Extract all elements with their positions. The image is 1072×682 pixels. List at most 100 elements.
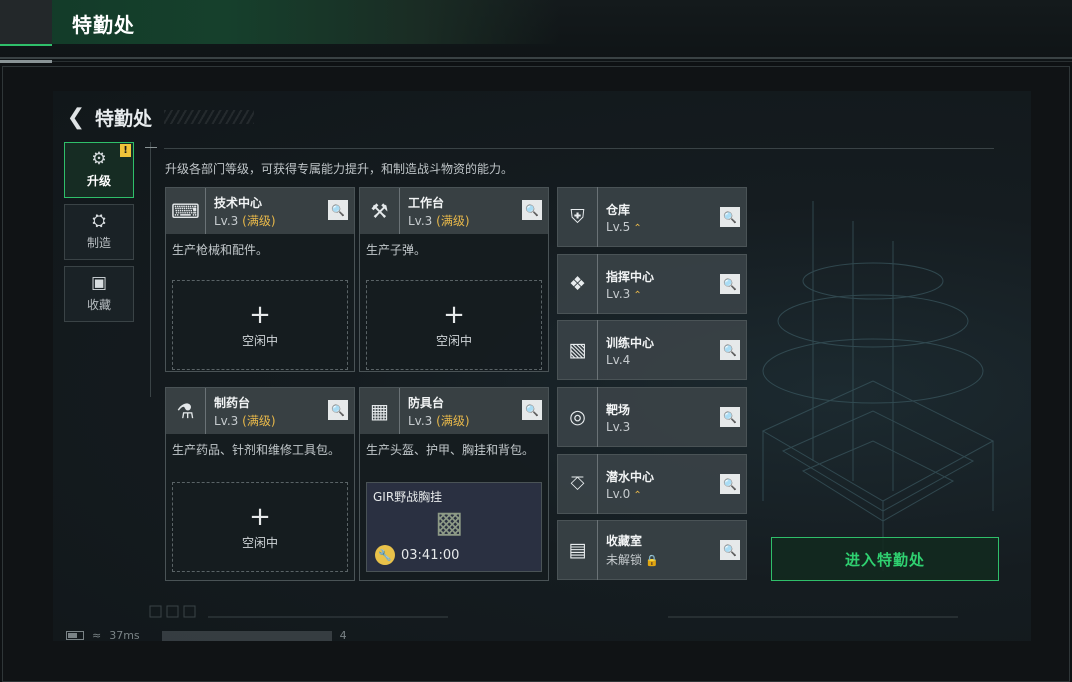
plus-icon: + bbox=[443, 299, 465, 330]
facility-diving-center[interactable]: ⎏ 潜水中心 Lv.0 ⌃ 🔍 bbox=[557, 454, 747, 514]
cubes-icon: ▦ bbox=[360, 388, 400, 434]
search-icon[interactable]: 🔍 bbox=[720, 407, 740, 427]
facility-name: 仓库 bbox=[606, 202, 631, 217]
warehouse-icon: ⛨ bbox=[558, 187, 598, 247]
facility-level: Lv.5 ⌃ bbox=[606, 219, 642, 234]
facility-warehouse[interactable]: ⛨ 仓库 Lv.5 ⌃ 🔍 bbox=[557, 187, 747, 247]
card-description: 生产枪械和配件。 bbox=[172, 243, 269, 257]
card-name: 制药台 bbox=[214, 395, 251, 410]
top-bar: 特勤处 bbox=[0, 0, 1072, 63]
card-level: Lv.3 (满级) bbox=[408, 213, 470, 228]
card-description: 生产头盔、护甲、胸挂和背包。 bbox=[366, 443, 535, 457]
idle-slot[interactable]: + 空闲中 bbox=[172, 482, 348, 572]
plus-icon: + bbox=[249, 501, 271, 532]
top-divider-marker bbox=[0, 60, 52, 63]
diving-mask-icon: ⎏ bbox=[558, 454, 598, 514]
content-divider bbox=[164, 148, 994, 149]
facility-collection-room[interactable]: ▤ 收藏室 未解锁 🔒 🔍 bbox=[557, 520, 747, 580]
title-tab-underline bbox=[0, 44, 52, 46]
microscope-icon: ⚗ bbox=[166, 388, 206, 434]
search-icon[interactable]: 🔍 bbox=[720, 540, 740, 560]
workshop-card-tech-center[interactable]: ⌨ 技术中心 Lv.3 (满级) 🔍 生产枪械和配件。 + 空闲中 bbox=[165, 187, 355, 372]
chest-rig-icon: ▩ bbox=[435, 505, 464, 540]
vault-icon: ▤ bbox=[558, 520, 598, 580]
facility-level: Lv.3 bbox=[606, 419, 631, 434]
facility-training-center[interactable]: ▧ 训练中心 Lv.4 🔍 bbox=[557, 320, 747, 380]
enter-special-ops-button[interactable]: 进入特勤处 bbox=[771, 537, 999, 581]
collection-icon: ▣ bbox=[90, 273, 108, 293]
card-description: 生产药品、针剂和维修工具包。 bbox=[172, 443, 341, 457]
upgrade-arrow-icon: ⌃ bbox=[633, 289, 642, 301]
search-icon[interactable]: 🔍 bbox=[522, 400, 542, 420]
card-header: ⌨ 技术中心 Lv.3 (满级) 🔍 bbox=[166, 188, 354, 234]
facility-name: 训练中心 bbox=[606, 335, 655, 350]
card-name: 技术中心 bbox=[214, 195, 263, 210]
workshop-card-pharmacy[interactable]: ⚗ 制药台 Lv.3 (满级) 🔍 生产药品、针剂和维修工具包。 + 空闲中 bbox=[165, 387, 355, 581]
tools-icon: ⚒ bbox=[360, 188, 400, 234]
gears-icon: ⛭ bbox=[92, 211, 106, 231]
card-description: 生产子弹。 bbox=[366, 243, 427, 257]
nav-item-craft[interactable]: ⛭ 制造 bbox=[64, 204, 134, 260]
facility-level: Lv.0 ⌃ bbox=[606, 486, 642, 501]
upgrade-hint: 升级各部门等级，可获得专属能力提升，和制造战斗物资的能力。 bbox=[165, 162, 514, 176]
workshop-card-armor-bench[interactable]: ▦ 防具台 Lv.3 (满级) 🔍 生产头盔、护甲、胸挂和背包。 GIR野战胸挂… bbox=[359, 387, 549, 581]
search-icon[interactable]: 🔍 bbox=[720, 274, 740, 294]
game-screen: ❮ 特勤处 ! ⚙ 升级 ⛭ 制造 ▣ 收藏 升级各部门等级，可获得专属能力提升… bbox=[53, 91, 1031, 641]
alert-badge: ! bbox=[120, 144, 131, 157]
lock-icon: 🔒 bbox=[645, 554, 659, 567]
target-icon: ◎ bbox=[558, 387, 598, 447]
card-name: 防具台 bbox=[408, 395, 445, 410]
redacted-id bbox=[161, 630, 332, 641]
facility-name: 潜水中心 bbox=[606, 469, 655, 484]
card-header: ▦ 防具台 Lv.3 (满级) 🔍 bbox=[360, 388, 548, 434]
wrench-icon: 🔧 bbox=[375, 545, 395, 565]
facility-shooting-range[interactable]: ◎ 靶场 Lv.3 🔍 bbox=[557, 387, 747, 447]
card-level: Lv.3 (满级) bbox=[408, 413, 470, 428]
card-header: ⚗ 制药台 Lv.3 (满级) 🔍 bbox=[166, 388, 354, 434]
crafting-slot[interactable]: GIR野战胸挂 ▩ 🔧 03:41:00 bbox=[366, 482, 542, 572]
nav-item-upgrade[interactable]: ! ⚙ 升级 bbox=[64, 142, 134, 198]
nav-item-label: 收藏 bbox=[86, 298, 111, 312]
facility-name: 靶场 bbox=[606, 402, 631, 417]
ping-readout: 37ms bbox=[109, 629, 140, 642]
plus-icon: + bbox=[249, 299, 271, 330]
search-icon[interactable]: 🔍 bbox=[720, 474, 740, 494]
search-icon[interactable]: 🔍 bbox=[720, 340, 740, 360]
bottom-decoration bbox=[149, 605, 958, 618]
nav-divider bbox=[150, 142, 151, 397]
facility-level: Lv.4 bbox=[606, 352, 631, 367]
slot-status: 空闲中 bbox=[241, 333, 278, 348]
content-divider-tick bbox=[145, 147, 157, 148]
status-bar: ≈ 37ms 4 bbox=[66, 629, 347, 642]
timer-text: 03:41:00 bbox=[401, 547, 460, 563]
slot-status: 空闲中 bbox=[435, 333, 472, 348]
facility-name: 收藏室 bbox=[606, 534, 643, 548]
craft-timer: 🔧 03:41:00 bbox=[375, 545, 459, 565]
nav-item-label: 制造 bbox=[86, 236, 111, 250]
screen-header: ❮ 特勤处 bbox=[65, 103, 255, 131]
upgrade-arrow-icon: ⌃ bbox=[633, 489, 642, 501]
search-icon[interactable]: 🔍 bbox=[522, 200, 542, 220]
top-divider bbox=[0, 57, 1072, 59]
card-level: Lv.3 (满级) bbox=[214, 213, 276, 228]
search-icon[interactable]: 🔍 bbox=[328, 200, 348, 220]
back-arrow-icon[interactable]: ❮ bbox=[65, 105, 87, 130]
idle-slot[interactable]: + 空闲中 bbox=[366, 280, 542, 370]
battery-icon bbox=[66, 631, 84, 640]
facility-level: 未解锁 🔒 bbox=[606, 553, 659, 567]
card-header: ⚒ 工作台 Lv.3 (满级) 🔍 bbox=[360, 188, 548, 234]
facility-command-center[interactable]: ❖ 指挥中心 Lv.3 ⌃ 🔍 bbox=[557, 254, 747, 314]
nav-item-collection[interactable]: ▣ 收藏 bbox=[64, 266, 134, 322]
facility-level: Lv.3 ⌃ bbox=[606, 286, 642, 301]
search-icon[interactable]: 🔍 bbox=[328, 400, 348, 420]
card-name: 工作台 bbox=[408, 195, 445, 210]
side-nav: ! ⚙ 升级 ⛭ 制造 ▣ 收藏 bbox=[64, 142, 134, 328]
search-icon[interactable]: 🔍 bbox=[720, 207, 740, 227]
idle-slot[interactable]: + 空闲中 bbox=[172, 280, 348, 370]
dumbbell-icon: ▧ bbox=[558, 320, 598, 380]
facility-name: 指挥中心 bbox=[606, 269, 655, 284]
page-title: 特勤处 bbox=[95, 107, 153, 130]
title-tab-accent bbox=[0, 0, 52, 44]
window-title: 特勤处 bbox=[72, 13, 135, 37]
workshop-card-workbench[interactable]: ⚒ 工作台 Lv.3 (满级) 🔍 生产子弹。 + 空闲中 bbox=[359, 187, 549, 372]
